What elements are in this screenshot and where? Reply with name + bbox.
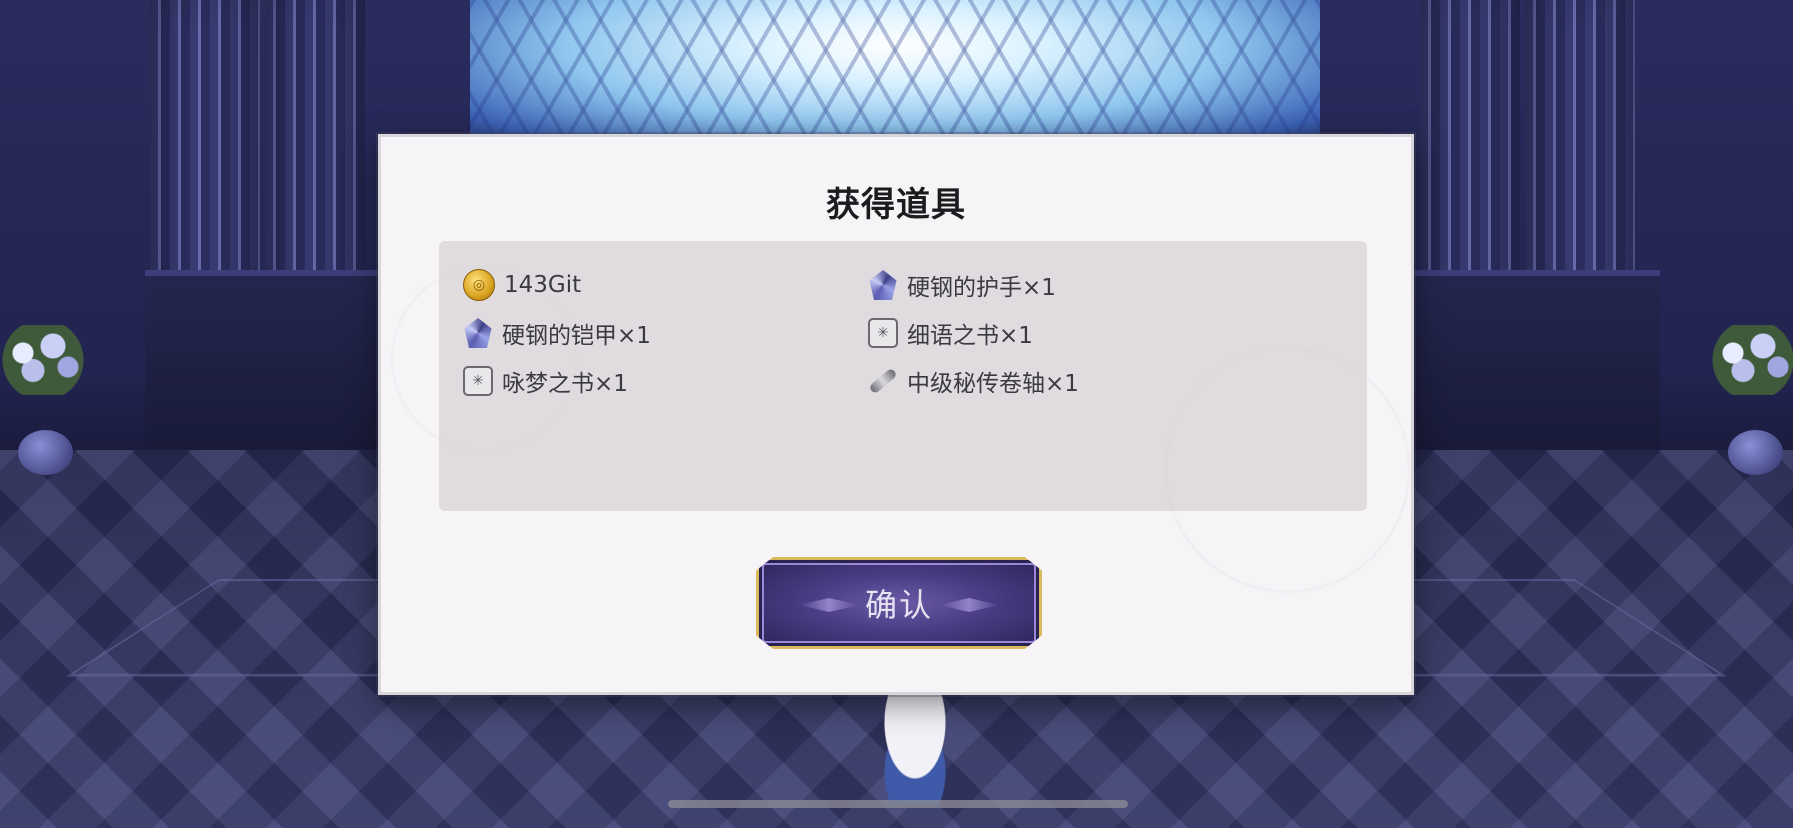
dialog-title: 获得道具 [826,185,966,225]
book-icon [463,366,493,396]
reward-item-label: 咏梦之书×1 [502,371,628,397]
reward-item-whisper-book: 细语之书×1 [868,315,1033,351]
scroll-icon [868,366,898,396]
confirm-button[interactable]: 确认 [756,557,1042,649]
reward-item-list: 143Git 硬钢的护手×1 硬钢的铠甲×1 细语之书×1 咏梦之书×1 中级秘… [439,241,1367,511]
reward-item-label: 硬钢的铠甲×1 [502,323,651,349]
reward-item-label: 143Git [504,272,582,298]
player-character [870,695,960,805]
organ-console-right [1400,270,1660,456]
item-reward-dialog: 获得道具 143Git 硬钢的护手×1 硬钢的铠甲×1 细语之书×1 咏梦之书×… [378,134,1414,695]
crystal-icon [464,318,492,348]
confirm-button-label: 确认 [864,586,933,624]
organ-console-left [145,270,405,456]
reward-item-label: 细语之书×1 [907,323,1033,349]
reward-item-armor: 硬钢的铠甲×1 [463,315,651,351]
reward-item-label: 硬钢的护手×1 [907,275,1056,301]
coin-icon [463,269,495,301]
home-indicator-bar[interactable] [668,800,1128,808]
crystal-icon [869,270,897,300]
reward-item-gold: 143Git [463,267,581,303]
stained-glass-pattern [470,0,1320,150]
reward-item-gauntlets: 硬钢的护手×1 [868,267,1056,303]
reward-item-dream-book: 咏梦之书×1 [463,363,628,399]
flower-vase-left [0,325,93,475]
flower-vase-right [1703,325,1793,475]
book-icon [868,318,898,348]
reward-item-label: 中级秘传卷轴×1 [907,371,1079,397]
reward-item-scroll: 中级秘传卷轴×1 [868,363,1079,399]
